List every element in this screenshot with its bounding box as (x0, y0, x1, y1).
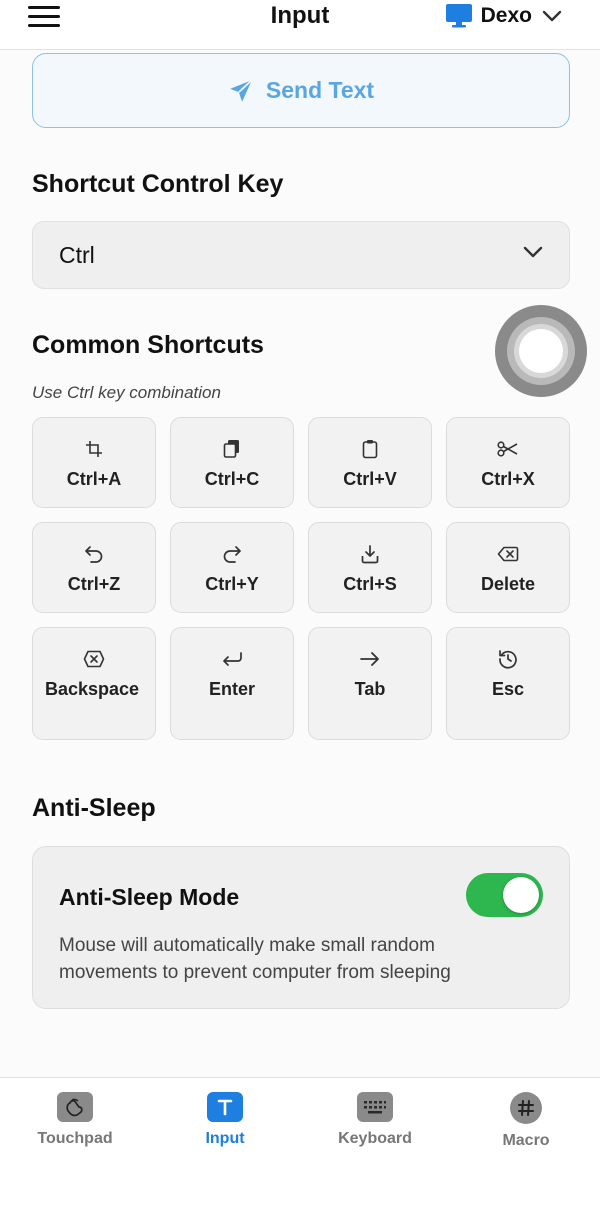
paper-plane-icon (230, 79, 253, 102)
shortcut-key-esc[interactable]: Esc (446, 627, 570, 740)
bottom-tab-bar: Touchpad Input Keyboard Macro (0, 1077, 600, 1207)
hash-icon (510, 1092, 542, 1124)
shortcut-key-ctrl-x[interactable]: Ctrl+X (446, 417, 570, 508)
arrow-right-icon (360, 652, 379, 666)
shortcut-key-tab[interactable]: Tab (308, 627, 432, 740)
anti-sleep-mode-title: Anti-Sleep Mode (59, 884, 240, 910)
shortcut-key-label: Ctrl+S (343, 574, 397, 594)
shortcut-key-label: Tab (354, 679, 386, 699)
shortcut-key-ctrl-c[interactable]: Ctrl+C (170, 417, 294, 508)
toggle-knob (503, 877, 539, 913)
shortcut-key-label: Ctrl+C (204, 469, 260, 489)
shortcut-key-label: Ctrl+X (481, 469, 535, 489)
touchpad-icon (57, 1092, 93, 1122)
monitor-icon (445, 4, 472, 28)
backspace-icon (83, 650, 105, 668)
anti-sleep-title: Anti-Sleep (32, 794, 156, 822)
copy-icon (223, 440, 239, 458)
send-text-button[interactable]: Send Text (32, 53, 570, 128)
save-icon (361, 545, 379, 564)
anti-sleep-toggle[interactable] (466, 873, 543, 917)
chevron-down-icon (542, 10, 562, 22)
tab-label: Input (205, 1130, 245, 1147)
rotate-icon (499, 650, 517, 669)
shortcut-key-backspace[interactable]: Backspace (32, 627, 156, 740)
send-text-label: Send Text (265, 77, 375, 103)
shortcut-key-ctrl-y[interactable]: Ctrl+Y (170, 522, 294, 613)
shortcut-key-enter[interactable]: Enter (170, 627, 294, 740)
shortcut-control-title: Shortcut Control Key (32, 170, 284, 198)
tab-macro[interactable]: Macro (461, 1092, 591, 1150)
tab-keyboard[interactable]: Keyboard (310, 1092, 440, 1148)
scissors-icon (497, 441, 518, 457)
device-selector[interactable]: Dexo (445, 3, 562, 29)
shortcut-key-label: Ctrl+V (343, 469, 397, 489)
shortcut-key-label: Delete (480, 574, 536, 594)
device-name: Dexo (480, 4, 532, 27)
clipboard-icon (362, 440, 378, 459)
shortcuts-hint: Use Ctrl key combination (32, 383, 221, 402)
shortcut-key-label: Backspace (45, 679, 140, 699)
anti-sleep-card: Anti-Sleep Mode Mouse will automatically… (32, 846, 570, 1009)
shortcut-key-label: Ctrl+Y (205, 574, 259, 594)
redo-icon (223, 546, 241, 563)
text-input-icon (207, 1092, 243, 1122)
shortcut-key-label: Esc (491, 679, 525, 699)
crop-icon (86, 441, 102, 457)
delete-icon (497, 546, 519, 562)
tab-input[interactable]: Input (160, 1092, 290, 1148)
enter-icon (223, 652, 242, 666)
floating-assist-button[interactable] (495, 305, 587, 397)
app-header: Input Dexo (0, 0, 600, 50)
shortcut-key-ctrl-v[interactable]: Ctrl+V (308, 417, 432, 508)
shortcut-key-label: Ctrl+A (66, 469, 122, 489)
tab-label: Touchpad (37, 1130, 113, 1147)
common-shortcuts-title: Common Shortcuts (32, 331, 264, 359)
shortcut-grid: Ctrl+A Ctrl+C Ctrl+V Ctrl+X Ctrl+Z Ctrl+… (32, 417, 570, 740)
shortcut-key-ctrl-s[interactable]: Ctrl+S (308, 522, 432, 613)
tab-touchpad[interactable]: Touchpad (10, 1092, 140, 1148)
shortcut-key-delete[interactable]: Delete (446, 522, 570, 613)
undo-icon (85, 546, 103, 563)
control-key-value: Ctrl (59, 241, 95, 268)
tab-label: Keyboard (338, 1130, 412, 1147)
tab-label: Macro (502, 1132, 550, 1149)
control-key-select[interactable]: Ctrl (32, 221, 570, 289)
anti-sleep-description: Mouse will automatically make small rand… (59, 935, 451, 983)
shortcut-key-label: Enter (208, 679, 255, 699)
shortcut-key-ctrl-z[interactable]: Ctrl+Z (32, 522, 156, 613)
shortcut-key-label: Ctrl+Z (67, 574, 121, 594)
shortcut-key-ctrl-a[interactable]: Ctrl+A (32, 417, 156, 508)
keyboard-icon (357, 1092, 393, 1122)
chevron-down-icon (523, 246, 543, 258)
